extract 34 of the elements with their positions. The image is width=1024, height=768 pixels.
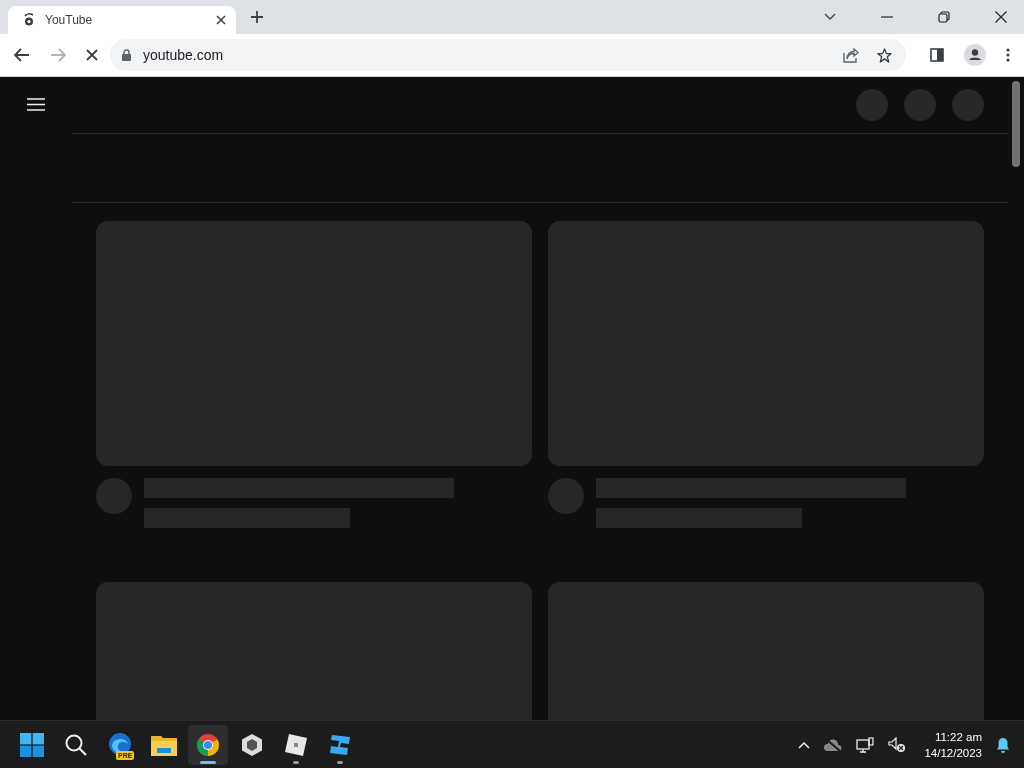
lock-icon: [122, 49, 131, 61]
menu-icon[interactable]: [27, 98, 45, 111]
share-icon[interactable]: [843, 47, 859, 63]
notification-bell-icon[interactable]: [996, 736, 1010, 753]
browser-icon: [108, 731, 132, 756]
speaker-muted-icon[interactable]: [888, 736, 907, 753]
cube-icon: [241, 732, 263, 757]
close-icon[interactable]: [995, 11, 1007, 23]
back-icon[interactable]: [14, 48, 30, 62]
menu-icon[interactable]: [1006, 48, 1010, 62]
restore-icon[interactable]: [938, 11, 950, 23]
tab-title: YouTube: [45, 13, 94, 27]
clock-button[interactable]: 11:22 am 14/12/2023: [924, 728, 982, 761]
close-tab-icon[interactable]: [216, 15, 226, 25]
cloud-off-icon[interactable]: [824, 737, 843, 752]
new-tab-icon[interactable]: [250, 10, 264, 24]
windows-logo-icon: [20, 732, 44, 757]
avatar-placeholder: [548, 478, 584, 514]
browser-tab[interactable]: YouTube: [8, 6, 236, 34]
chrome-icon: [196, 732, 220, 757]
studio-icon: [328, 732, 352, 757]
loading-icon: [22, 13, 36, 27]
side-panel-icon[interactable]: [930, 48, 944, 62]
address-bar[interactable]: youtube.com: [110, 39, 906, 71]
tab-search-icon[interactable]: [824, 13, 836, 21]
profile-icon[interactable]: [964, 44, 986, 66]
chevron-up-icon[interactable]: [798, 740, 811, 749]
network-icon[interactable]: [856, 736, 875, 753]
taskbar-app[interactable]: [188, 724, 228, 765]
stop-icon[interactable]: [86, 49, 98, 61]
folder-icon: [151, 733, 177, 756]
avatar-placeholder: [96, 478, 132, 514]
search-icon: [64, 732, 88, 757]
star-icon[interactable]: [877, 47, 892, 63]
